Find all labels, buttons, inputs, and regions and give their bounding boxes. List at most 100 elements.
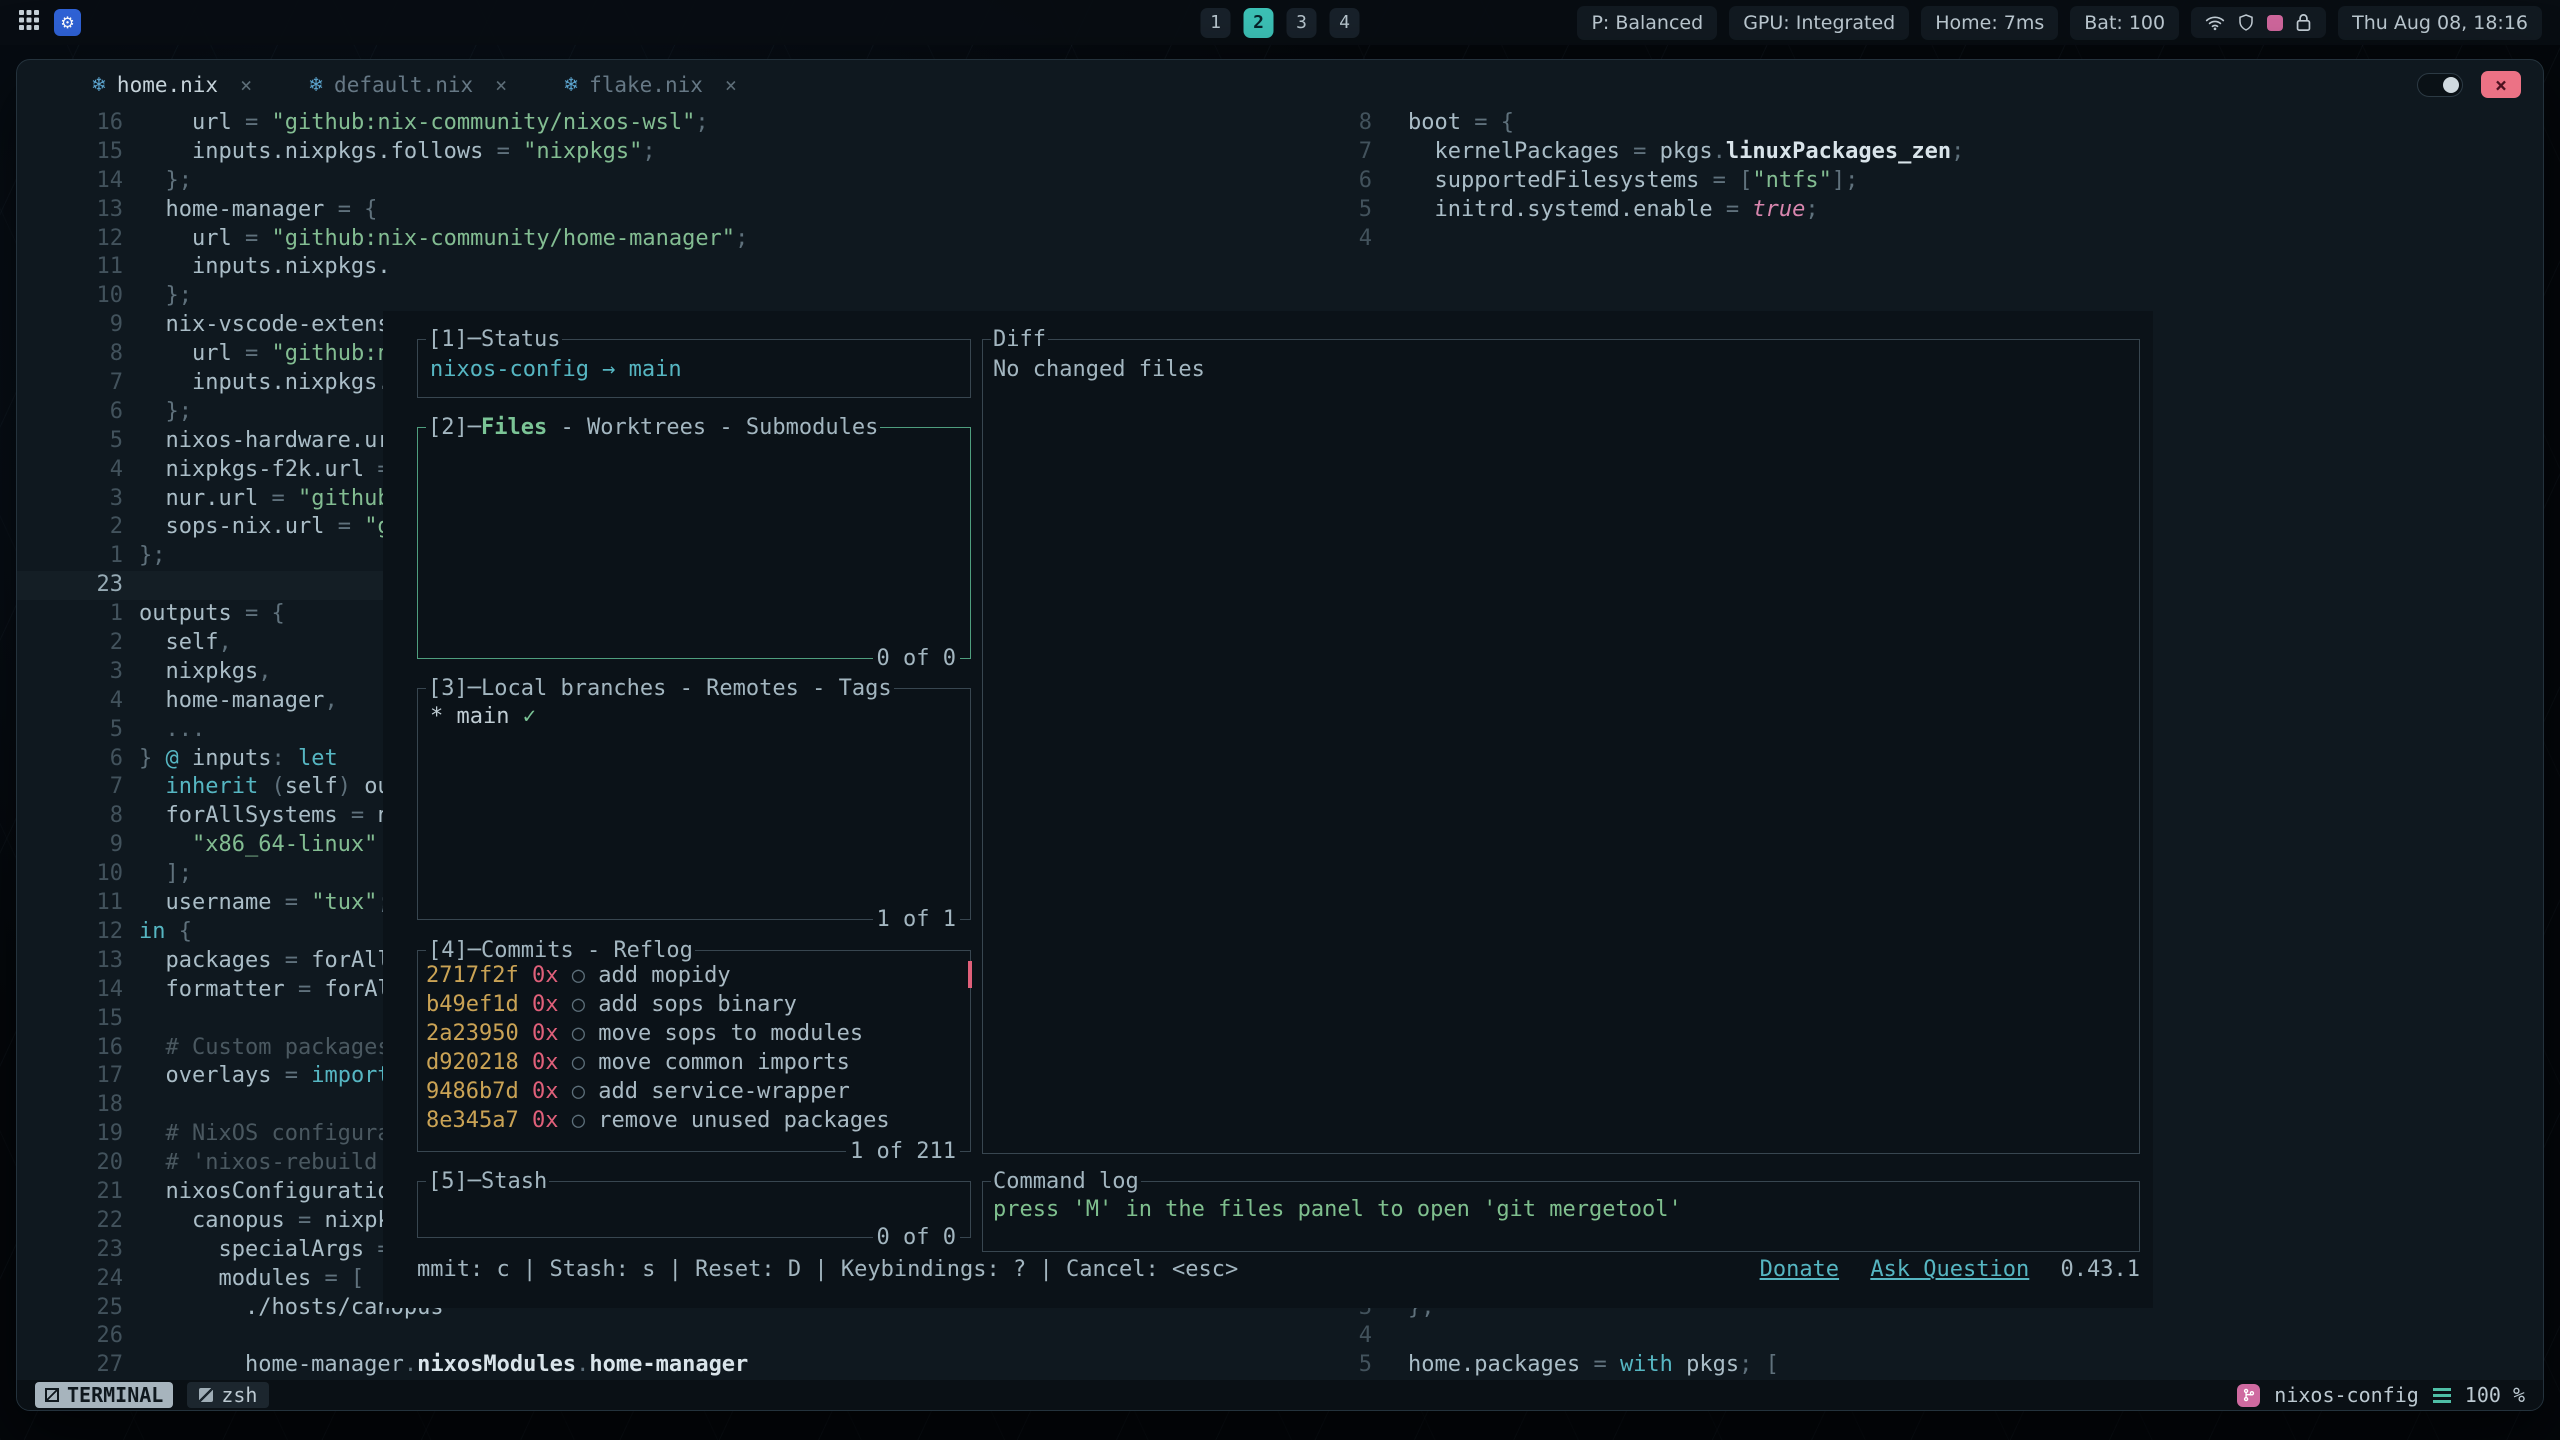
code-text: url = "github:nix-community/home-manager… <box>139 225 748 254</box>
status-panel[interactable]: [1]─Status nixos-config → main <box>417 339 971 398</box>
line-number: 7 <box>17 369 131 398</box>
code-text: nixpkgs, <box>139 658 271 687</box>
editor-tab-home.nix[interactable]: ❄home.nix× <box>91 73 252 97</box>
commit-row[interactable]: b49ef1d 0x ○ add sops binary <box>426 990 970 1019</box>
code-line[interactable]: 6 supportedFilesystems = ["ntfs"]; <box>1331 167 2543 196</box>
line-number: 25 <box>17 1294 131 1323</box>
line-number: 4 <box>1331 1322 1378 1351</box>
workspace-button-2[interactable]: 2 <box>1244 8 1274 38</box>
terminal-status-bar: TERMINAL zsh nixos-config 100 % <box>17 1380 2543 1410</box>
code-text: inputs.nixpkgs.follows = "nixpkgs"; <box>139 138 656 167</box>
code-line[interactable]: 4 <box>1331 225 2543 254</box>
code-line[interactable] <box>1331 253 2543 282</box>
line-number: 22 <box>17 1207 131 1236</box>
commits-list: 2717f2f 0x ○ add mopidyb49ef1d 0x ○ add … <box>418 951 970 1135</box>
tab-label: default.nix <box>334 73 473 97</box>
code-line[interactable]: 8boot = { <box>1331 109 2543 138</box>
line-number: 1 <box>17 542 131 571</box>
logo-badge[interactable]: ⚙ <box>54 9 81 36</box>
list-icon[interactable] <box>2433 1388 2451 1403</box>
shield-icon[interactable] <box>2237 13 2255 32</box>
code-text: nix-vscode-extens <box>139 311 391 340</box>
workspace-button-1[interactable]: 1 <box>1201 8 1231 38</box>
line-number: 1 <box>17 600 131 629</box>
commit-row[interactable]: 9486b7d 0x ○ add service-wrapper <box>426 1077 970 1106</box>
clock: Thu Aug 08, 18:16 <box>2338 6 2542 40</box>
code-text: formatter = forAl <box>139 976 391 1005</box>
line-number: 5 <box>1331 196 1378 225</box>
ask-question-link[interactable]: Ask Question <box>1870 1257 2029 1282</box>
line-number: 12 <box>17 918 131 947</box>
code-line[interactable] <box>1331 282 2543 311</box>
code-line[interactable]: 4 <box>1331 1322 2543 1351</box>
branches-panel-number: [3]─ <box>428 676 481 701</box>
commits-panel[interactable]: [4]─Commits - Reflog 2717f2f 0x ○ add mo… <box>417 950 971 1152</box>
tab-close-icon[interactable]: × <box>495 73 507 97</box>
line-number: 23 <box>17 1236 131 1265</box>
code-line[interactable]: 5 initrd.systemd.enable = true; <box>1331 196 2543 225</box>
code-text: inputs.nixpkgs. <box>139 253 391 282</box>
line-number: 7 <box>1331 138 1378 167</box>
commit-row[interactable]: 2717f2f 0x ○ add mopidy <box>426 961 970 990</box>
code-text: kernelPackages = pkgs.linuxPackages_zen; <box>1408 138 1964 167</box>
app-launcher-grid-icon[interactable] <box>18 9 40 36</box>
code-line[interactable]: 13 home-manager = { <box>17 196 1331 225</box>
window-close-button[interactable]: × <box>2481 71 2521 98</box>
tab-close-icon[interactable]: × <box>240 73 252 97</box>
stash-panel[interactable]: [5]─Stash 0 of 0 <box>417 1181 971 1238</box>
code-line[interactable]: 27 home-manager.nixosModules.home-manage… <box>17 1351 1331 1380</box>
code-text: }; <box>139 167 192 196</box>
branches-panel[interactable]: [3]─Local branches - Remotes - Tags * ma… <box>417 688 971 920</box>
code-line[interactable]: 5home.packages = with pkgs; [ <box>1331 1351 2543 1380</box>
commits-scrollbar[interactable] <box>968 961 972 988</box>
tab-close-icon[interactable]: × <box>725 73 737 97</box>
workspace-button-3[interactable]: 3 <box>1287 8 1317 38</box>
lock-icon[interactable] <box>2295 13 2312 32</box>
code-line[interactable]: 7 kernelPackages = pkgs.linuxPackages_ze… <box>1331 138 2543 167</box>
commit-row[interactable]: d920218 0x ○ move common imports <box>426 1048 970 1077</box>
desktop: { "icons": { "gear": "⚙", "snowflake": "… <box>0 0 2560 1440</box>
line-number: 2 <box>17 629 131 658</box>
code-text: username = "tux"; <box>139 889 391 918</box>
code-line[interactable]: 12 url = "github:nix-community/home-mana… <box>17 225 1331 254</box>
commit-row[interactable]: 2a23950 0x ○ move sops to modules <box>426 1019 970 1048</box>
line-number: 4 <box>1331 225 1378 254</box>
command-log-panel[interactable]: Command log press 'M' in the files panel… <box>982 1181 2140 1252</box>
line-number: 3 <box>17 658 131 687</box>
code-line[interactable]: 11 inputs.nixpkgs. <box>17 253 1331 282</box>
line-number: 6 <box>1331 167 1378 196</box>
diff-panel[interactable]: Diff No changed files <box>982 339 2140 1154</box>
window-toggle[interactable] <box>2417 73 2463 97</box>
code-text: inputs.nixpkgs. <box>139 369 391 398</box>
files-panel[interactable]: [2]─Files - Worktrees - Submodules 0 of … <box>417 427 971 659</box>
workspace-button-4[interactable]: 4 <box>1330 8 1360 38</box>
line-number: 10 <box>17 282 131 311</box>
code-text: sops-nix.url = "g <box>139 513 391 542</box>
code-text: home-manager, <box>139 687 338 716</box>
status-pill: GPU: Integrated <box>1729 6 1909 40</box>
code-line[interactable]: 15 inputs.nixpkgs.follows = "nixpkgs"; <box>17 138 1331 167</box>
code-text: # 'nixos-rebuild <box>139 1149 377 1178</box>
line-number: 8 <box>1331 109 1378 138</box>
code-text: # Custom packages <box>139 1034 391 1063</box>
wifi-icon[interactable] <box>2205 14 2225 32</box>
code-text: specialArgs = <box>139 1236 391 1265</box>
line-number: 19 <box>17 1120 131 1149</box>
palette-icon[interactable] <box>2267 15 2283 31</box>
code-line[interactable]: 14 }; <box>17 167 1331 196</box>
editor-tab-flake.nix[interactable]: ❄flake.nix× <box>563 73 737 97</box>
code-text: inherit (self) ou <box>139 773 391 802</box>
version-label: 0.43.1 <box>2061 1257 2140 1282</box>
line-number: 8 <box>17 802 131 831</box>
commit-row[interactable]: 8e345a7 0x ○ remove unused packages <box>426 1106 970 1135</box>
code-line[interactable]: 16 url = "github:nix-community/nixos-wsl… <box>17 109 1331 138</box>
shell-tab[interactable]: zsh <box>187 1382 269 1408</box>
code-text: # NixOS configura <box>139 1120 391 1149</box>
code-line[interactable]: 26 <box>17 1322 1331 1351</box>
donate-link[interactable]: Donate <box>1760 1257 1839 1282</box>
code-line[interactable]: 10 }; <box>17 282 1331 311</box>
line-number: 15 <box>17 138 131 167</box>
editor-tab-default.nix[interactable]: ❄default.nix× <box>308 73 507 97</box>
line-number: 9 <box>17 831 131 860</box>
code-text: outputs = { <box>139 600 285 629</box>
